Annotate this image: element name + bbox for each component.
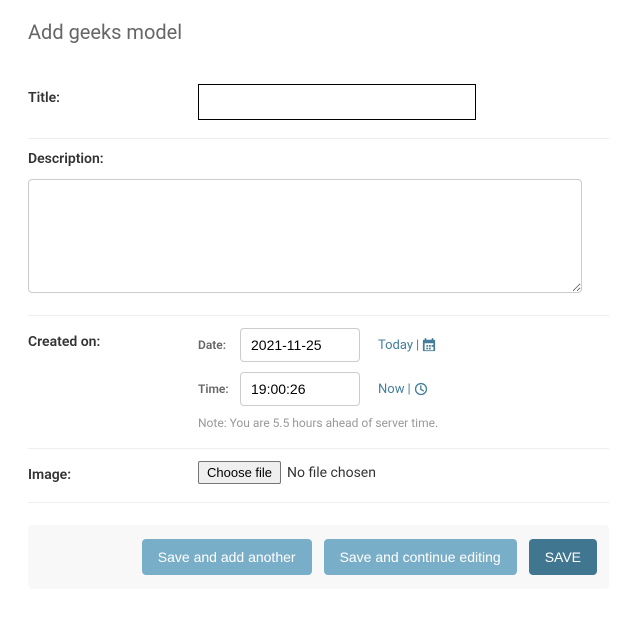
clock-icon[interactable] xyxy=(414,382,428,396)
save-button[interactable]: SAVE xyxy=(529,539,597,575)
created-on-row: Created on: Date: Today | Time: Now | No… xyxy=(28,316,609,449)
choose-file-button[interactable]: Choose file xyxy=(198,461,281,484)
today-link[interactable]: Today xyxy=(378,338,413,353)
date-sub-label: Date: xyxy=(198,338,240,352)
image-control: Choose file No file chosen xyxy=(198,461,609,484)
description-row: Description: xyxy=(28,139,609,316)
page-title: Add geeks model xyxy=(28,20,609,44)
title-control xyxy=(198,84,609,120)
date-line: Date: Today | xyxy=(198,328,609,362)
time-input[interactable] xyxy=(240,372,360,406)
file-input-wrap: Choose file No file chosen xyxy=(198,461,609,484)
calendar-icon[interactable] xyxy=(422,338,436,352)
description-label: Description: xyxy=(28,151,609,167)
title-row: Title: xyxy=(28,72,609,139)
time-sub-label: Time: xyxy=(198,382,240,396)
created-on-control: Date: Today | Time: Now | Note: You are … xyxy=(198,328,609,430)
time-separator: | xyxy=(407,382,410,397)
save-add-another-button[interactable]: Save and add another xyxy=(142,539,312,575)
submit-row: Save and add another Save and continue e… xyxy=(28,525,609,589)
date-input[interactable] xyxy=(240,328,360,362)
file-status: No file chosen xyxy=(287,465,376,481)
image-row: Image: Choose file No file chosen xyxy=(28,449,609,503)
created-on-label: Created on: xyxy=(28,328,198,350)
title-input[interactable] xyxy=(198,84,476,120)
timezone-note: Note: You are 5.5 hours ahead of server … xyxy=(198,416,609,430)
image-label: Image: xyxy=(28,461,198,483)
time-line: Time: Now | xyxy=(198,372,609,406)
title-label: Title: xyxy=(28,84,198,106)
now-link[interactable]: Now xyxy=(378,382,404,397)
description-textarea[interactable] xyxy=(28,179,582,293)
date-separator: | xyxy=(416,338,419,353)
save-continue-button[interactable]: Save and continue editing xyxy=(324,539,517,575)
